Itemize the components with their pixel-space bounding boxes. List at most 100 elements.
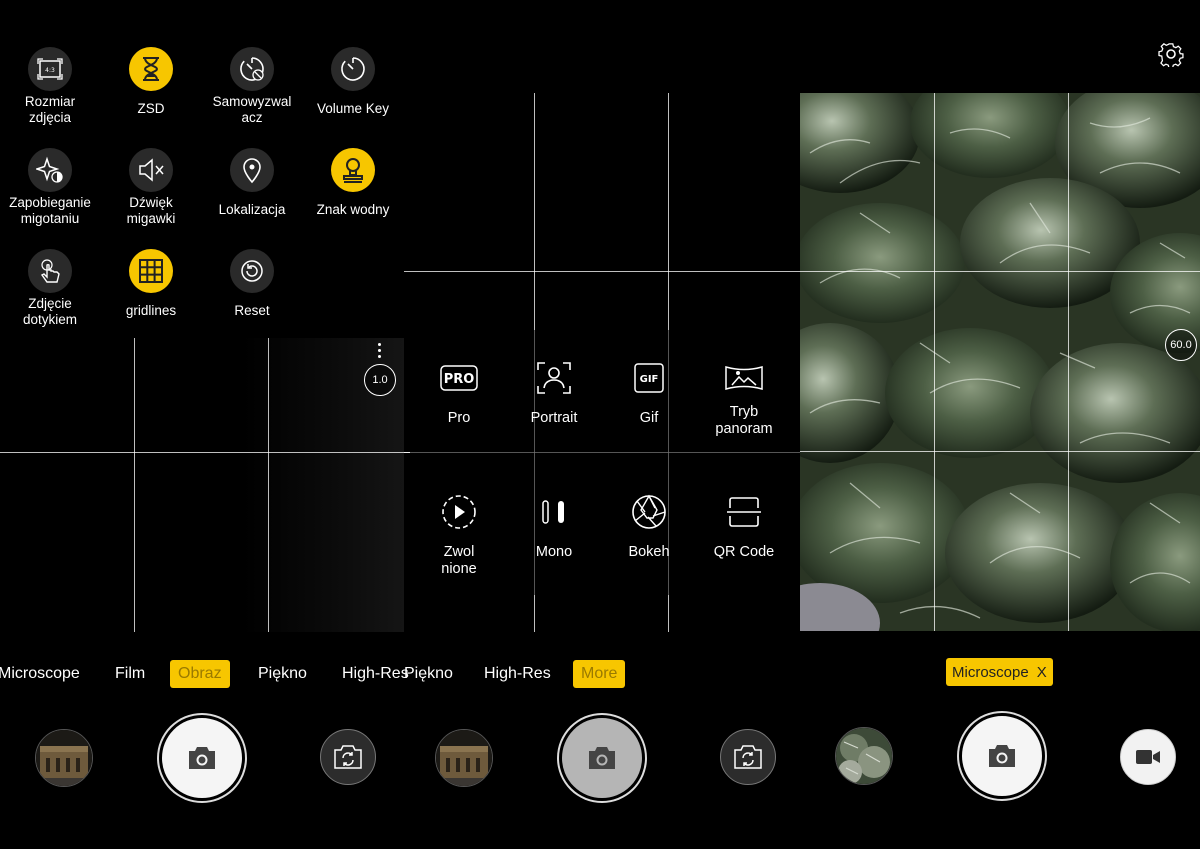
shutter-button[interactable]: [159, 715, 245, 801]
svg-text:PRO: PRO: [444, 372, 475, 387]
touch-capture-icon: [28, 249, 72, 293]
mode-qr-code[interactable]: QR Code: [694, 490, 794, 561]
mode-label: Portrait: [530, 410, 578, 426]
camera-icon: [189, 747, 215, 769]
switch-camera-button[interactable]: [320, 729, 376, 785]
mode-tab-high-res[interactable]: High-Res: [484, 660, 551, 688]
mode-label: Mono: [535, 544, 573, 560]
camera-icon: [589, 747, 615, 769]
mode-tab-piekno[interactable]: Piękno: [258, 660, 307, 688]
svg-text:4:3: 4:3: [45, 67, 55, 74]
qs-label: Dźwięk migawki: [126, 195, 176, 226]
qs-label: Zdjęcie dotykiem: [22, 296, 78, 327]
location-pin-icon: [230, 148, 274, 192]
svg-text:GIF: GIF: [640, 374, 659, 385]
mode-label: Bokeh: [628, 544, 670, 560]
qs-location[interactable]: Lokalizacja: [202, 148, 302, 218]
qs-label: Volume Key: [316, 101, 390, 116]
gridline: [800, 271, 1200, 272]
mode-slow-motion[interactable]: Zwol nione: [409, 490, 509, 578]
settings-gear-icon[interactable]: [1158, 41, 1184, 69]
moss-texture-image: [800, 93, 1200, 631]
qs-touch-capture[interactable]: Zdjęcie dotykiem: [0, 249, 100, 328]
close-mode-button[interactable]: X: [1037, 664, 1047, 681]
zoom-more-dots-icon[interactable]: [378, 343, 382, 358]
grid-icon: [129, 249, 173, 293]
mode-bokeh[interactable]: Bokeh: [599, 490, 699, 561]
microscope-viewfinder[interactable]: [800, 93, 1200, 631]
mode-tab-piekno[interactable]: Piękno: [404, 660, 453, 688]
qs-label: Reset: [234, 303, 270, 318]
active-mode-chip[interactable]: Microscope X: [946, 658, 1053, 686]
qs-gridlines[interactable]: gridlines: [101, 249, 201, 319]
qs-watermark[interactable]: Znak wodny: [303, 148, 403, 218]
panorama-icon: [694, 356, 794, 400]
mode-label: Zwol nione: [441, 544, 477, 577]
mode-label: Tryb panoram: [715, 404, 773, 437]
video-camera-icon: [1136, 750, 1160, 764]
gridline: [934, 93, 935, 631]
gridline: [404, 271, 800, 272]
gallery-thumbnail[interactable]: [835, 727, 893, 785]
qs-self-timer[interactable]: Samowyzwal acz: [202, 47, 302, 126]
qr-scan-icon: [694, 490, 794, 534]
qs-label: gridlines: [125, 303, 177, 318]
switch-camera-icon: [734, 745, 762, 769]
switch-camera-icon: [334, 745, 362, 769]
gridline: [268, 338, 269, 632]
mode-gif[interactable]: GIF Gif: [599, 356, 699, 427]
switch-camera-button[interactable]: [720, 729, 776, 785]
gridline: [134, 338, 135, 632]
video-record-button[interactable]: [1120, 729, 1176, 785]
qs-zsd[interactable]: ZSD: [101, 47, 201, 117]
gridline: [0, 452, 410, 453]
mode-portrait[interactable]: Portrait: [504, 356, 604, 427]
qs-volume-key[interactable]: Volume Key: [303, 47, 403, 117]
qs-label: Samowyzwal acz: [212, 94, 292, 125]
mode-mono[interactable]: Mono: [504, 490, 604, 561]
volume-key-icon: [331, 47, 375, 91]
qs-label: Znak wodny: [316, 202, 390, 217]
gridline: [1068, 93, 1069, 631]
qs-label: Rozmiar zdjęcia: [24, 94, 76, 125]
reset-icon: [230, 249, 274, 293]
pro-mode-icon: PRO: [409, 356, 509, 400]
qs-anti-flicker[interactable]: Zapobieganie migotaniu: [0, 148, 100, 227]
mode-tab-obraz[interactable]: Obraz: [170, 660, 230, 688]
mode-tab-film[interactable]: Film: [115, 660, 145, 688]
aperture-icon: [599, 490, 699, 534]
portrait-icon: [504, 356, 604, 400]
mode-label: QR Code: [713, 544, 775, 560]
hourglass-icon: [129, 47, 173, 91]
qs-reset[interactable]: Reset: [202, 249, 302, 319]
mode-label: Pro: [447, 410, 471, 426]
mode-tab-more[interactable]: More: [573, 660, 626, 688]
qs-shutter-sound[interactable]: Dźwięk migawki: [101, 148, 201, 227]
gridline: [800, 451, 1200, 452]
gif-icon: GIF: [599, 356, 699, 400]
qs-photo-size[interactable]: 4:3 Rozmiar zdjęcia: [0, 47, 100, 126]
qs-label: Zapobieganie migotaniu: [9, 195, 91, 226]
mode-label: Gif: [639, 410, 659, 426]
slow-motion-icon: [409, 490, 509, 534]
left-viewfinder: [0, 338, 404, 632]
qs-label: ZSD: [137, 101, 165, 116]
shutter-button[interactable]: [959, 713, 1045, 799]
mono-icon: [504, 490, 604, 534]
shutter-button[interactable]: [559, 715, 645, 801]
mode-tab-microscope[interactable]: Microscope: [0, 660, 80, 688]
gallery-thumbnail[interactable]: [35, 729, 93, 787]
zoom-indicator-left[interactable]: 1.0: [364, 364, 396, 396]
watermark-stamp-icon: [331, 148, 375, 192]
shutter-sound-mute-icon: [129, 148, 173, 192]
anti-flicker-icon: [28, 148, 72, 192]
aspect-ratio-icon: 4:3: [28, 47, 72, 91]
gallery-thumbnail[interactable]: [435, 729, 493, 787]
mode-tab-high-res[interactable]: High-Res: [342, 660, 409, 688]
mode-panorama[interactable]: Tryb panoram: [694, 356, 794, 438]
zoom-indicator-right[interactable]: 60.0: [1165, 329, 1197, 361]
active-mode-label: Microscope: [952, 663, 1029, 681]
camera-icon: [989, 745, 1015, 767]
mode-pro[interactable]: PRO Pro: [409, 356, 509, 427]
qs-label: Lokalizacja: [218, 202, 286, 217]
